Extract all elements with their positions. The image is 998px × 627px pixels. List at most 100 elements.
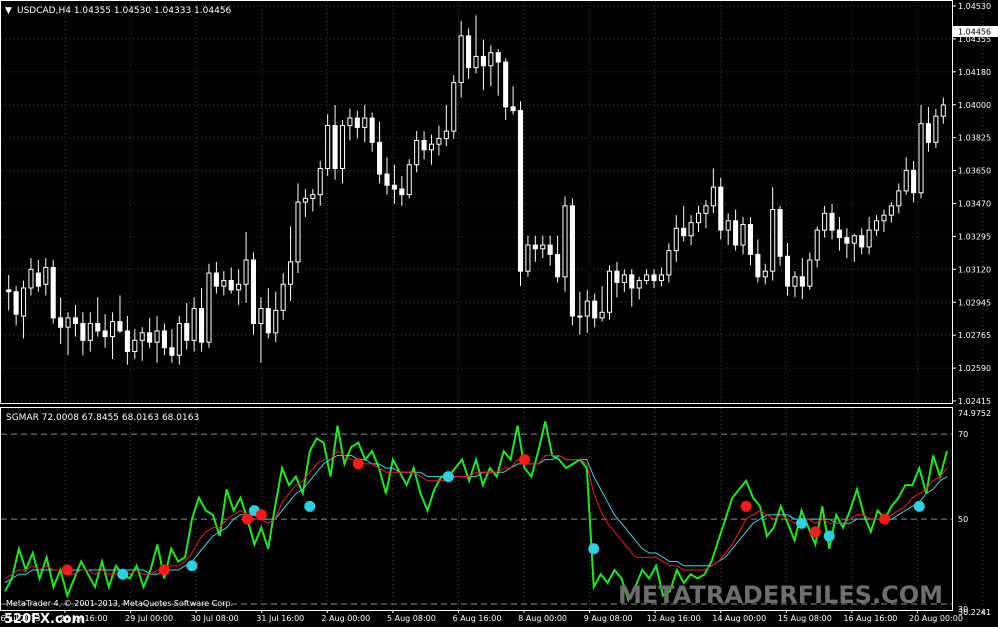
signal-dot-cyan [117,568,129,580]
candle-bull [347,117,353,127]
time-tick-label: 6 Aug 16:00 [453,614,502,623]
candle-bull [770,209,776,272]
candle-bear [829,212,835,231]
candle-bull [339,125,346,169]
candle-bear [250,259,257,324]
candle-bull [525,244,531,272]
candle-bull [428,143,435,151]
mt4-chart[interactable]: 1.045301.043551.041801.040001.038251.036… [0,0,998,627]
time-tick-label: 16 Aug 16:00 [843,614,897,623]
candle-bull [295,201,301,263]
candle-bull [621,274,627,283]
copyright-text: MetaTrader 4, © 2001-2013, MetaQuotes So… [6,599,233,608]
candle-bull [918,123,924,194]
candle-bull [873,220,880,231]
candle-bear [391,184,397,190]
candle-bear [747,224,753,255]
candle-bull [940,104,946,117]
candle-bull [236,283,242,291]
signal-dot-cyan [823,530,835,542]
candle-bull [695,212,702,224]
candle-bear [58,317,64,328]
candle-bull [451,82,457,132]
candle-bull [725,220,731,231]
candle-bull [584,300,590,317]
candle-bear [651,274,657,282]
signal-dot-red [352,458,364,470]
candle-bull [317,167,323,196]
candle-bull [176,322,182,356]
candle-bull [110,321,116,338]
symbol-header: USDCAD,H4 1.04355 1.04530 1.04333 1.0445… [17,6,232,16]
time-tick-label: 20 Aug 00:00 [909,614,963,623]
candle-bear [369,117,375,143]
signal-dot-red [879,513,891,525]
candle-bear [50,266,56,319]
candle-bear [844,237,850,244]
candle-bull [599,311,605,319]
candle-bear [228,280,234,291]
indicator-tick-label: 30 [958,605,968,614]
watermark: METATRADERFILES.COM [618,581,943,609]
indicator-header: SGMAR 72.0008 67.8455 68.0163 68.0163 [6,413,199,423]
candle-bull [540,244,546,250]
signal-dot-red [255,509,267,521]
candle-bull [577,315,583,318]
candle-bull [458,35,464,84]
price-tick-label: 1.03120 [958,265,991,274]
candle-bear [6,289,12,293]
candle-bull [191,308,197,341]
candle-bull [154,330,160,343]
time-tick-label: 8 Aug 00:00 [518,614,567,623]
candle-bear [117,321,123,332]
price-tick-label: 1.02765 [958,331,991,340]
chart-dropdown-icon[interactable]: ▼ [5,6,12,16]
candle-bull [443,130,449,140]
candle-bear [377,141,383,175]
candle-bull [807,259,813,287]
candle-bear [555,253,561,278]
price-tick-label: 1.03470 [958,200,991,209]
signal-dot-red [158,564,170,576]
candle-bear [614,270,620,283]
candle-bull [688,222,694,237]
price-tick-label: 1.02590 [958,364,991,373]
candle-bear [13,291,19,315]
candle-bear [466,35,472,69]
candle-bull [644,274,650,282]
signal-dot-cyan [186,560,198,572]
candle-bear [503,61,509,108]
candle-bull [740,224,746,246]
candle-bear [859,235,865,248]
time-tick-label: 30 Jul 08:00 [191,614,239,623]
candle-bear [102,330,108,338]
candle-bear [911,169,917,194]
time-tick-label: 31 Jul 16:00 [256,614,304,623]
signal-dot-cyan [588,543,600,555]
candle-bear [777,209,783,257]
price-tick-label: 1.04000 [958,101,991,110]
time-tick-label: 9 Aug 08:00 [584,614,633,623]
candle-bear [169,347,175,356]
candle-bear [184,322,190,341]
chart-background [0,0,998,627]
site-logo: 520FX.com [4,612,85,627]
signal-dot-red [809,526,821,538]
candle-bull [851,235,857,244]
candle-bear [35,272,41,287]
candle-bear [681,227,687,237]
candle-bull [888,205,894,216]
time-tick-label: 15 Aug 08:00 [778,614,832,623]
candle-bull [866,229,872,248]
candle-bull [703,205,709,214]
candle-bear [147,332,153,343]
candle-bull [762,270,768,278]
signal-dot-cyan [304,500,316,512]
candle-bear [265,308,271,334]
candle-bear [755,253,761,278]
candle-bull [473,55,479,69]
price-tick-label: 1.04530 [958,2,991,11]
indicator-tick-label: 50 [958,515,968,524]
candle-bear [532,244,538,250]
candle-bull [302,197,308,203]
